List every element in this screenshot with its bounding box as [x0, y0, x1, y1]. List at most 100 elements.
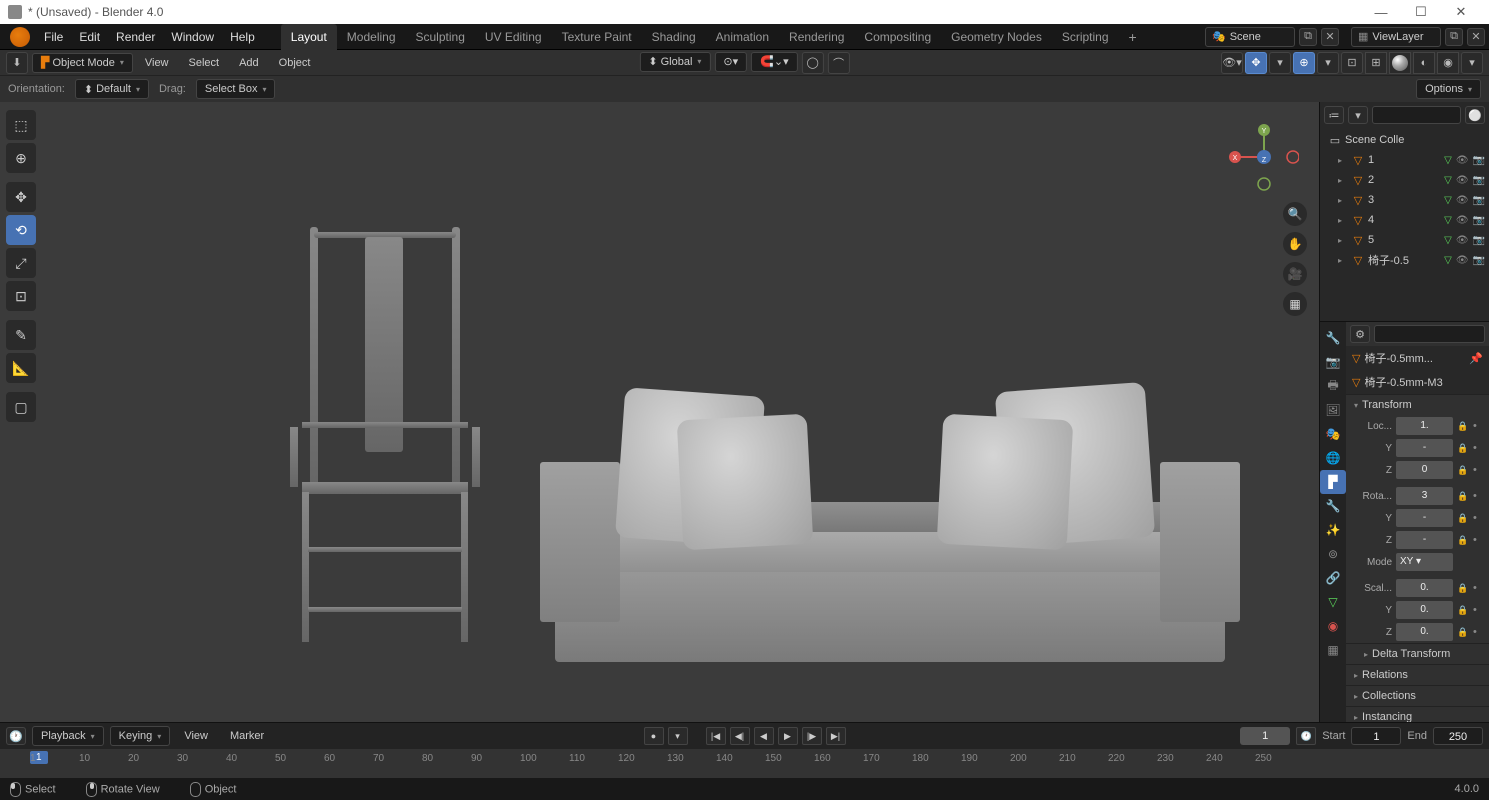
tab-geometry[interactable]: Geometry Nodes	[941, 24, 1052, 50]
ptab-viewlayer[interactable]: 🖼	[1320, 398, 1346, 422]
lock-icon[interactable]: 🔒	[1457, 583, 1469, 594]
autokey-dd[interactable]: ▾	[668, 727, 688, 745]
lock-icon[interactable]: 🔒	[1457, 465, 1469, 476]
loc-y[interactable]: -	[1396, 439, 1453, 457]
snap-selector[interactable]: 🧲⌄▾	[751, 52, 797, 72]
outliner-item[interactable]: ▸▽椅子-0.5▽ 👁 📷	[1324, 250, 1485, 270]
layer-new-button[interactable]: ⧉	[1445, 28, 1463, 46]
panel-transform[interactable]: Transform	[1346, 395, 1489, 415]
current-frame[interactable]: 1	[1240, 727, 1290, 745]
tab-uv[interactable]: UV Editing	[475, 24, 552, 50]
outliner-search[interactable]	[1372, 106, 1461, 124]
outliner-item[interactable]: ▸▽1▽ 👁 📷	[1324, 150, 1485, 170]
view-menu[interactable]: View	[137, 55, 177, 71]
rot-z[interactable]: -	[1396, 531, 1453, 549]
options-menu[interactable]: Options	[1416, 79, 1481, 99]
ptab-physics[interactable]: ⊚	[1320, 542, 1346, 566]
tab-modeling[interactable]: Modeling	[337, 24, 406, 50]
tab-rendering[interactable]: Rendering	[779, 24, 854, 50]
timeline-marker[interactable]: Marker	[222, 728, 272, 744]
nav-gizmo[interactable]: Y X Z	[1229, 122, 1299, 192]
outliner-item[interactable]: ▸▽3▽ 👁 📷	[1324, 190, 1485, 210]
orientation-selector[interactable]: ⬍Global	[639, 52, 710, 72]
scene-collection[interactable]: ▭Scene Colle	[1324, 130, 1485, 150]
select-menu[interactable]: Select	[181, 55, 228, 71]
shading-options-icon[interactable]: ▾	[1461, 52, 1483, 74]
tab-add[interactable]: +	[1119, 24, 1147, 50]
loc-x[interactable]: 1.	[1396, 417, 1453, 435]
tab-texture[interactable]: Texture Paint	[552, 24, 642, 50]
ptab-particle[interactable]: ✨	[1320, 518, 1346, 542]
outliner-editor-icon[interactable]: ≔	[1324, 106, 1344, 124]
tool-add-cube[interactable]: ▢	[6, 392, 36, 422]
props-editor-icon[interactable]: ⚙	[1350, 325, 1370, 343]
rot-x[interactable]: 3	[1396, 487, 1453, 505]
camera-icon[interactable]: 🎥	[1283, 262, 1307, 286]
timeline-ruler[interactable]: 1 11020304050607080901001101201301401501…	[0, 749, 1489, 778]
tool-scale[interactable]: ⤢	[6, 248, 36, 278]
scene-delete-button[interactable]: ✕	[1321, 28, 1339, 46]
menu-file[interactable]: File	[36, 24, 71, 50]
close-button[interactable]: ✕	[1441, 4, 1481, 20]
drag-value[interactable]: Select Box	[196, 79, 276, 99]
tool-cursor[interactable]: ⊕	[6, 143, 36, 173]
3d-viewport[interactable]: ⬚ ⊕ ✥ ⟲ ⤢ ⊡ ✎ 📐 ▢ Y X Z 🔍	[0, 102, 1319, 722]
outliner-item[interactable]: ▸▽5▽ 👁 📷	[1324, 230, 1485, 250]
ptab-render[interactable]: 📷	[1320, 350, 1346, 374]
layer-delete-button[interactable]: ✕	[1467, 28, 1485, 46]
end-frame[interactable]: 250	[1433, 727, 1483, 745]
lock-icon[interactable]: 🔒	[1457, 491, 1469, 502]
ptab-object[interactable]: ▛	[1320, 470, 1346, 494]
keying-menu[interactable]: Keying	[110, 726, 171, 746]
proportional-curve-icon[interactable]: ⌒	[828, 52, 850, 74]
scene-new-button[interactable]: ⧉	[1299, 28, 1317, 46]
lock-icon[interactable]: 🔒	[1457, 443, 1469, 454]
shading-rendered-icon[interactable]: ◉	[1437, 52, 1459, 74]
menu-window[interactable]: Window	[163, 24, 222, 50]
start-frame[interactable]: 1	[1351, 727, 1401, 745]
perspective-icon[interactable]: ▦	[1283, 292, 1307, 316]
orientation-value[interactable]: ⬍Default	[75, 79, 149, 99]
menu-render[interactable]: Render	[108, 24, 163, 50]
props-search[interactable]	[1374, 325, 1485, 343]
ptab-output[interactable]: 🖶	[1320, 374, 1346, 398]
viewlayer-selector[interactable]: ▦ViewLayer	[1351, 27, 1441, 47]
lock-icon[interactable]: 🔒	[1457, 513, 1469, 524]
scale-x[interactable]: 0.	[1396, 579, 1453, 597]
breadcrumb[interactable]: ▽椅子-0.5mm...📌	[1346, 346, 1489, 370]
panel-instancing[interactable]: Instancing	[1346, 707, 1489, 722]
rot-mode[interactable]: XY ▾	[1396, 553, 1453, 571]
lock-icon[interactable]: 🔒	[1457, 605, 1469, 616]
tool-move[interactable]: ✥	[6, 182, 36, 212]
lock-icon[interactable]: 🔒	[1457, 627, 1469, 638]
play-reverse-icon[interactable]: ◀	[754, 727, 774, 745]
ptab-world[interactable]: 🌐	[1320, 446, 1346, 470]
ptab-material[interactable]: ◉	[1320, 614, 1346, 638]
panel-delta[interactable]: Delta Transform	[1346, 644, 1489, 664]
pivot-selector[interactable]: ⊙▾	[714, 52, 747, 72]
scale-y[interactable]: 0.	[1396, 601, 1453, 619]
jump-start-icon[interactable]: |◀	[706, 727, 726, 745]
object-menu[interactable]: Object	[271, 55, 319, 71]
outliner-item[interactable]: ▸▽4▽ 👁 📷	[1324, 210, 1485, 230]
ptab-texture[interactable]: ▦	[1320, 638, 1346, 662]
tool-measure[interactable]: 📐	[6, 353, 36, 383]
tool-annotate[interactable]: ✎	[6, 320, 36, 350]
ptab-constraint[interactable]: 🔗	[1320, 566, 1346, 590]
maximize-button[interactable]: ☐	[1401, 4, 1441, 20]
tool-rotate[interactable]: ⟲	[6, 215, 36, 245]
tab-compositing[interactable]: Compositing	[854, 24, 941, 50]
viewport-canvas[interactable]	[0, 102, 1319, 722]
play-icon[interactable]: ▶	[778, 727, 798, 745]
ptab-scene[interactable]: 🎭	[1320, 422, 1346, 446]
pan-icon[interactable]: ✋	[1283, 232, 1307, 256]
autokey-icon[interactable]: ●	[644, 727, 664, 745]
tab-scripting[interactable]: Scripting	[1052, 24, 1119, 50]
gizmo-options-icon[interactable]: ▾	[1269, 52, 1291, 74]
rot-y[interactable]: -	[1396, 509, 1453, 527]
shading-material-icon[interactable]: ◐	[1413, 52, 1435, 74]
lock-icon[interactable]: 🔒	[1457, 535, 1469, 546]
tool-transform[interactable]: ⊡	[6, 281, 36, 311]
keyframe-next-icon[interactable]: |▶	[802, 727, 822, 745]
timeline-view[interactable]: View	[176, 728, 216, 744]
